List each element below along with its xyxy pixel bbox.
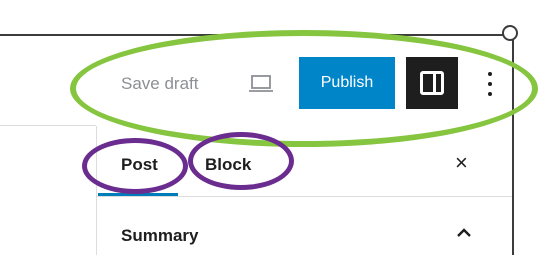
- close-sidebar-button[interactable]: ×: [455, 152, 468, 174]
- summary-panel-title[interactable]: Summary: [121, 226, 198, 246]
- tabs-divider: [96, 196, 512, 197]
- post-tab-highlight-annotation: [82, 138, 188, 194]
- chevron-up-icon[interactable]: [455, 226, 473, 240]
- block-tab-highlight-annotation: [188, 132, 294, 190]
- resize-handle[interactable]: [502, 25, 518, 41]
- toolbar-highlight-annotation: [70, 30, 538, 147]
- toolbar-divider: [0, 125, 96, 126]
